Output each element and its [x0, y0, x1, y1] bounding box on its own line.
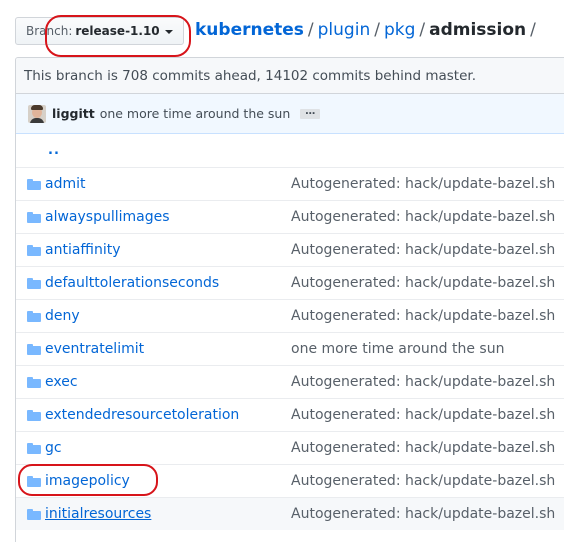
folder-icon	[27, 278, 41, 289]
directory-link[interactable]: extendedresourcetoleration	[45, 407, 239, 423]
folder-icon	[27, 245, 41, 256]
commit-message-link[interactable]: Autogenerated: hack/update-bazel.sh	[291, 176, 555, 192]
parent-directory-link[interactable]: ..	[48, 143, 60, 158]
expand-commit-button[interactable]: …	[300, 106, 321, 119]
folder-icon	[27, 311, 41, 322]
folder-icon	[27, 509, 41, 520]
folder-icon	[27, 410, 41, 421]
directory-link[interactable]: defaulttolerationseconds	[45, 275, 219, 291]
breadcrumb-separator: /	[530, 20, 536, 40]
directory-link[interactable]: deny	[45, 308, 80, 324]
breadcrumb-separator: /	[307, 20, 314, 40]
commit-message-link[interactable]: Autogenerated: hack/update-bazel.sh	[291, 473, 555, 489]
table-row: extendedresourcetoleration Autogenerated…	[16, 398, 564, 431]
commit-message-link[interactable]: Autogenerated: hack/update-bazel.sh	[291, 374, 555, 390]
commit-message-link[interactable]: Autogenerated: hack/update-bazel.sh	[291, 275, 555, 291]
latest-commit-bar: liggitt one more time around the sun …	[16, 94, 564, 134]
folder-icon	[27, 377, 41, 388]
directory-link[interactable]: eventratelimit	[45, 341, 144, 357]
table-row: antiaffinity Autogenerated: hack/update-…	[16, 233, 564, 266]
directory-link[interactable]: antiaffinity	[45, 242, 120, 258]
folder-icon	[27, 476, 41, 487]
breadcrumb-repo-link[interactable]: kubernetes	[195, 20, 304, 40]
breadcrumb-link-pkg[interactable]: pkg	[384, 20, 415, 40]
directory-link[interactable]: gc	[45, 440, 62, 456]
commit-message-link[interactable]: Autogenerated: hack/update-bazel.sh	[291, 242, 555, 258]
commit-author-link[interactable]: liggitt	[52, 106, 95, 121]
table-row: initialresources Autogenerated: hack/upd…	[16, 497, 564, 530]
table-row: imagepolicy Autogenerated: hack/update-b…	[16, 464, 564, 497]
directory-link[interactable]: exec	[45, 374, 78, 390]
directory-link[interactable]: initialresources	[45, 506, 151, 522]
folder-icon	[27, 344, 41, 355]
table-row: exec Autogenerated: hack/update-bazel.sh	[16, 365, 564, 398]
table-row: defaulttolerationseconds Autogenerated: …	[16, 266, 564, 299]
branch-status-text: This branch is 708 commits ahead, 14102 …	[16, 58, 564, 94]
commit-message-link[interactable]: Autogenerated: hack/update-bazel.sh	[291, 209, 555, 225]
file-browser: This branch is 708 commits ahead, 14102 …	[15, 57, 564, 542]
folder-icon	[27, 443, 41, 454]
table-row: eventratelimit one more time around the …	[16, 332, 564, 365]
breadcrumb-separator: /	[419, 20, 426, 40]
directory-link[interactable]: imagepolicy	[45, 473, 130, 489]
commit-message-link[interactable]: Autogenerated: hack/update-bazel.sh	[291, 407, 555, 423]
breadcrumb-link-plugin[interactable]: plugin	[318, 20, 371, 40]
commit-message-link[interactable]: Autogenerated: hack/update-bazel.sh	[291, 440, 555, 456]
table-row: alwayspullimages Autogenerated: hack/upd…	[16, 200, 564, 233]
breadcrumb-current: admission	[429, 20, 527, 40]
folder-icon	[27, 179, 41, 190]
branch-name: release-1.10	[75, 24, 160, 38]
avatar[interactable]	[28, 104, 46, 123]
table-row: gc Autogenerated: hack/update-bazel.sh	[16, 431, 564, 464]
caret-down-icon	[164, 30, 173, 34]
breadcrumb: kubernetes / plugin / pkg / admission /	[195, 18, 540, 42]
branch-select-button[interactable]: Branch: release-1.10	[15, 17, 184, 45]
folder-icon	[27, 212, 41, 223]
commit-message-link[interactable]: Autogenerated: hack/update-bazel.sh	[291, 506, 555, 522]
commit-message-link[interactable]: one more time around the sun	[291, 341, 504, 357]
table-row: deny Autogenerated: hack/update-bazel.sh	[16, 299, 564, 332]
breadcrumb-separator: /	[374, 20, 380, 40]
branch-prefix-label: Branch:	[26, 24, 73, 38]
directory-link[interactable]: alwayspullimages	[45, 209, 170, 225]
directory-link[interactable]: admit	[45, 176, 85, 192]
commit-message-link[interactable]: Autogenerated: hack/update-bazel.sh	[291, 308, 555, 324]
table-row: admit Autogenerated: hack/update-bazel.s…	[16, 167, 564, 200]
parent-directory-row: ..	[16, 134, 564, 167]
commit-message-link[interactable]: one more time around the sun	[100, 106, 291, 121]
